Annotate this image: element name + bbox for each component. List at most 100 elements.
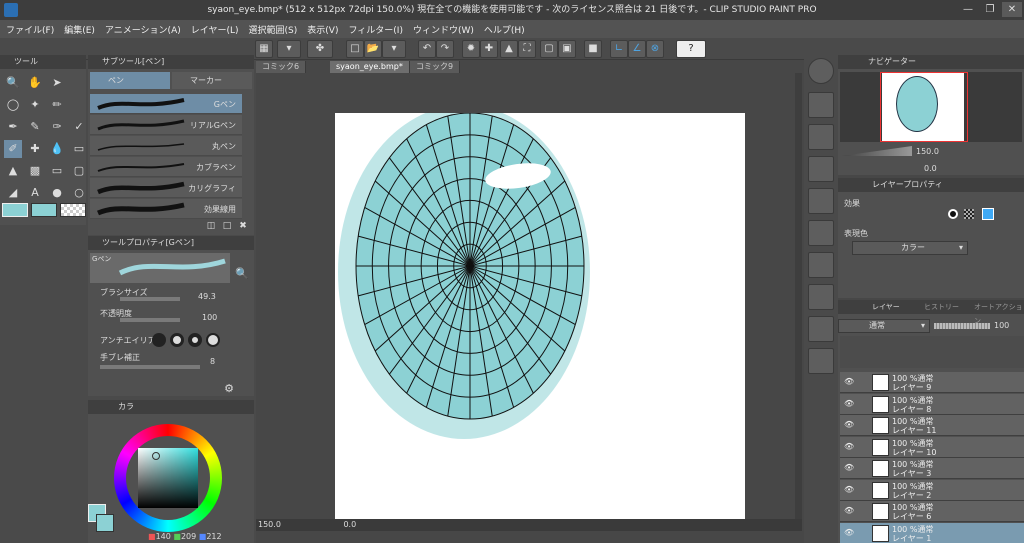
eye-icon[interactable]: 👁: [844, 485, 854, 494]
menu-file[interactable]: ファイル(F): [6, 23, 54, 36]
tab-syaon-eye[interactable]: syaon_eye.bmp*: [330, 61, 410, 73]
layer-icon-8[interactable]: [808, 316, 834, 342]
layer-opacity-slider[interactable]: [934, 323, 990, 329]
brush-round-pen[interactable]: 丸ペン: [90, 136, 242, 156]
fill-icon[interactable]: ▲: [500, 40, 518, 58]
brush-size-value[interactable]: 49.3: [198, 292, 216, 301]
show-selection-icon[interactable]: ■: [584, 40, 602, 58]
clear-outside-icon[interactable]: ✚: [480, 40, 498, 58]
saturation-value-square[interactable]: [138, 448, 198, 508]
color-picker-cursor[interactable]: [152, 452, 160, 460]
pencil-icon[interactable]: ✎: [26, 118, 44, 136]
stabilization-slider[interactable]: [100, 365, 200, 369]
color-wheel[interactable]: [110, 424, 228, 536]
sub-color-swatch[interactable]: [31, 203, 57, 217]
pen-tool-icon[interactable]: ✐: [4, 140, 22, 158]
text-icon[interactable]: A: [26, 184, 44, 202]
menu-selection[interactable]: 選択範囲(S): [249, 23, 298, 36]
brush-effect-line[interactable]: 効果線用: [90, 199, 242, 219]
tab-history[interactable]: ヒストリー: [924, 300, 959, 314]
magnifier-icon[interactable]: 🔍: [233, 265, 251, 283]
menu-animation[interactable]: アニメーション(A): [105, 23, 181, 36]
opacity-slider[interactable]: [120, 318, 180, 322]
brush-icon[interactable]: ✑: [48, 118, 66, 136]
tab-pen[interactable]: ペン: [90, 72, 170, 89]
menu-help[interactable]: ヘルプ(H): [484, 23, 525, 36]
pen-icon[interactable]: ✒: [4, 118, 22, 136]
eyedropper-icon[interactable]: ✏: [48, 96, 66, 114]
antialias-medium[interactable]: [188, 333, 202, 347]
brush-calligraphy[interactable]: カリグラフィ: [90, 178, 242, 198]
opacity-value[interactable]: 100: [202, 313, 217, 322]
new-file-icon[interactable]: □: [346, 40, 364, 58]
tab-comic6[interactable]: コミック6: [256, 61, 307, 73]
balloon-icon[interactable]: ●: [48, 184, 66, 202]
document-canvas[interactable]: [335, 105, 745, 521]
tab-layer[interactable]: レイヤー: [872, 300, 900, 314]
figure-icon[interactable]: ▭: [48, 162, 66, 180]
snap-grid-icon[interactable]: ⊗: [646, 40, 664, 58]
vertical-scrollbar[interactable]: [795, 73, 802, 519]
layer-row[interactable]: 👁 100 %通常 レイヤー 8: [840, 393, 1024, 415]
expression-color-select[interactable]: カラー ▾: [852, 241, 968, 255]
layout-grid-icon[interactable]: ▦: [255, 40, 273, 58]
menu-window[interactable]: ウィンドウ(W): [413, 23, 474, 36]
minimize-icon[interactable]: —: [958, 2, 978, 17]
layer-opacity-value[interactable]: 100: [994, 321, 1009, 330]
open-file-icon[interactable]: 📂: [364, 40, 382, 58]
menu-edit[interactable]: 編集(E): [64, 23, 95, 36]
save-icon[interactable]: ▾: [382, 40, 406, 58]
delete-subtool-icon[interactable]: ✖: [236, 219, 250, 233]
layer-icon-7[interactable]: [808, 284, 834, 310]
layer-icon-9[interactable]: [808, 348, 834, 374]
zoom-icon[interactable]: 🔍: [4, 74, 22, 92]
canvas-angle[interactable]: 0.0: [343, 520, 356, 529]
copy-subtool-icon[interactable]: ◫: [204, 219, 218, 233]
clip-studio-icon[interactable]: ✤: [307, 40, 333, 58]
eye-icon[interactable]: 👁: [844, 377, 854, 386]
layer-row[interactable]: 👁 100 %通常 レイヤー 1: [840, 522, 1024, 543]
layer-icon-3[interactable]: [808, 156, 834, 182]
transform-icon[interactable]: ⛶: [518, 40, 536, 58]
stabilization-value[interactable]: 8: [210, 357, 215, 366]
brush-kabura-pen[interactable]: カブラペン: [90, 157, 242, 177]
lasso-icon[interactable]: ◯: [4, 96, 22, 114]
border-effect-icon[interactable]: [948, 209, 958, 219]
menu-filter[interactable]: フィルター(I): [348, 23, 403, 36]
gradient-icon[interactable]: ▩: [26, 162, 44, 180]
undo-icon[interactable]: ↶: [418, 40, 436, 58]
layer-icon-2[interactable]: [808, 124, 834, 150]
hand-icon[interactable]: ✋: [26, 74, 44, 92]
sub-color-chip[interactable]: [96, 514, 114, 532]
close-icon[interactable]: ✕: [1002, 2, 1022, 17]
brush-g-pen[interactable]: Gペン: [90, 94, 242, 114]
magic-wand-icon[interactable]: ✦: [26, 96, 44, 114]
wrench-icon[interactable]: ⚙: [220, 380, 238, 398]
snap-ruler-icon[interactable]: ∟: [610, 40, 628, 58]
airbrush-icon[interactable]: ✓: [70, 118, 88, 136]
main-color-swatch[interactable]: [2, 203, 28, 217]
antialias-strong[interactable]: [206, 333, 220, 347]
tone-effect-icon[interactable]: [964, 209, 974, 219]
decoration-icon[interactable]: ✚: [26, 140, 44, 158]
antialias-weak[interactable]: [170, 333, 184, 347]
eye-icon[interactable]: 👁: [844, 506, 854, 515]
snap-special-ruler-icon[interactable]: ∠: [628, 40, 646, 58]
tab-marker[interactable]: マーカー: [172, 72, 252, 89]
window-dropdown-icon[interactable]: ▾: [277, 40, 301, 58]
eraser-icon[interactable]: ▭: [70, 140, 88, 158]
layer-row[interactable]: 👁 100 %通常 レイヤー 6: [840, 501, 1024, 522]
transparent-swatch[interactable]: [60, 203, 86, 217]
layer-row[interactable]: 👁 100 %通常 レイヤー 3: [840, 458, 1024, 479]
layer-row[interactable]: 👁 100 %通常 レイヤー 11: [840, 415, 1024, 436]
search-icon[interactable]: [808, 58, 834, 84]
blend-icon[interactable]: 💧: [48, 140, 66, 158]
layer-color-icon[interactable]: [982, 208, 994, 220]
layer-row[interactable]: 👁 100 %通常 レイヤー 10: [840, 436, 1024, 458]
brush-size-slider[interactable]: [120, 297, 180, 301]
frame-icon[interactable]: ▢: [70, 162, 88, 180]
correct-line-icon[interactable]: ○: [70, 184, 88, 202]
layer-icon-5[interactable]: [808, 220, 834, 246]
canvas-zoom[interactable]: 150.0: [258, 520, 281, 529]
layer-row[interactable]: 👁 100 %通常 レイヤー 2: [840, 479, 1024, 501]
